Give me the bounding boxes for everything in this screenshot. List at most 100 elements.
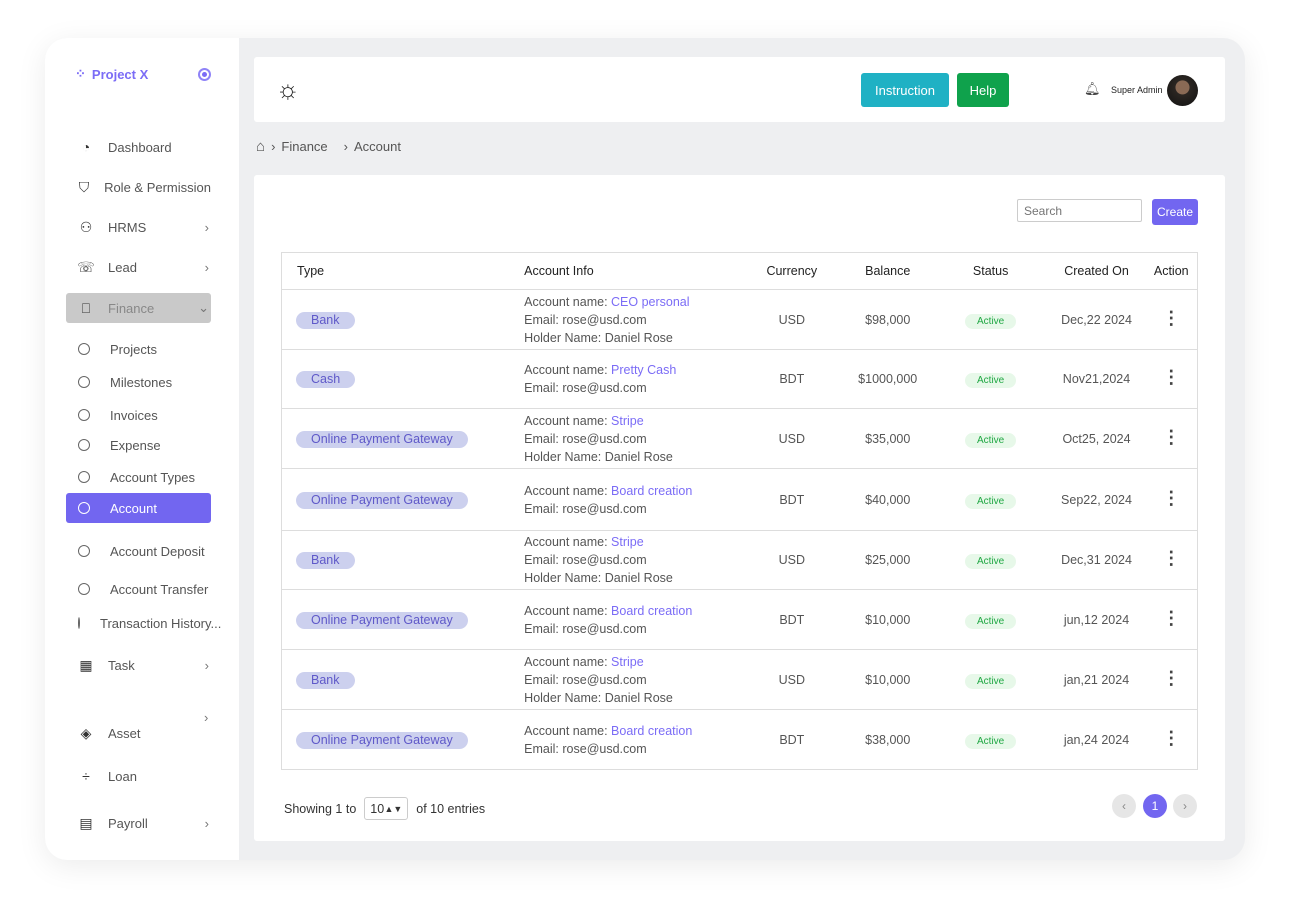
account-name-link[interactable]: Board creation (611, 484, 692, 498)
sidebar-item-role-permission[interactable]: ⛉ Role & Permission (66, 172, 211, 202)
holder-name: Daniel Rose (604, 690, 673, 705)
circle-icon (78, 502, 90, 514)
sidebar-item-account-transfer[interactable]: Account Transfer (66, 574, 211, 604)
label: Holder Name: (524, 690, 605, 705)
sidebar-item-transaction-history[interactable]: Transaction History... (66, 608, 221, 638)
label: Email: (524, 672, 563, 687)
shield-icon: ⛉ (78, 178, 90, 195)
create-button[interactable]: Create (1152, 199, 1198, 225)
table-row: Bank Account name: Stripe Email: rose@us… (281, 649, 1198, 710)
column-header: Balance (841, 252, 934, 290)
balance: $10,000 (841, 589, 934, 650)
status-badge: Active (965, 733, 1017, 749)
account-name-link[interactable]: Pretty Cash (611, 363, 676, 377)
page-1-button[interactable]: 1 (1143, 794, 1167, 818)
chevron-right-icon[interactable]: › (204, 710, 208, 725)
phone-icon: ☏ (77, 258, 95, 275)
instruction-button[interactable]: Instruction (861, 73, 949, 107)
sidebar-item-loan[interactable]: ÷ Loan (66, 761, 211, 791)
account-info: Account name: Pretty Cash Email: rose@us… (524, 349, 742, 409)
pagination-info: Showing 1 to 10 ▲▼ of 10 entries (284, 797, 485, 820)
sidebar-item-dashboard[interactable]: ◔ Dashboard (66, 132, 211, 162)
more-vertical-icon[interactable]: ⋮ (1162, 367, 1180, 387)
sidebar-item-account-types[interactable]: Account Types (66, 462, 211, 492)
email: rose@usd.com (562, 431, 647, 446)
prev-page-button[interactable]: ‹ (1112, 794, 1136, 818)
avatar[interactable] (1167, 75, 1198, 106)
circle-icon (78, 343, 90, 355)
sidebar-item-expense[interactable]: Expense (66, 430, 211, 460)
sidebar-item-milestones[interactable]: Milestones (66, 367, 211, 397)
account-name-link[interactable]: CEO personal (611, 295, 690, 309)
sidebar-item-label: Task (108, 657, 135, 673)
sidebar-item-asset[interactable]: ◈ Asset (66, 718, 211, 748)
search-input[interactable] (1017, 199, 1142, 222)
type-badge: Online Payment Gateway (296, 611, 468, 629)
logo[interactable]: ⁘ Project X (75, 66, 148, 82)
sidebar-item-account-deposit[interactable]: Account Deposit (66, 536, 211, 566)
balance: $1000,000 (841, 349, 934, 409)
label: Holder Name: (524, 571, 605, 585)
sidebar-item-invoices[interactable]: Invoices (66, 400, 211, 430)
breadcrumb-finance[interactable]: Finance (281, 139, 327, 154)
more-vertical-icon[interactable]: ⋮ (1162, 308, 1180, 328)
holder-name: Daniel Rose (604, 571, 673, 585)
sidebar-item-label: Finance (108, 300, 155, 316)
sidebar-item-label: Account Transfer (110, 581, 209, 597)
account-name-link[interactable]: Stripe (611, 414, 644, 428)
circle-icon (78, 471, 90, 483)
bell-icon[interactable]: 🔔︎ (1084, 81, 1101, 97)
account-info: Account name: Stripe Email: rose@usd.com… (524, 649, 742, 710)
per-page-select[interactable]: 10 ▲▼ (364, 797, 409, 820)
sidebar-item-label: Role & Permission (104, 179, 211, 195)
label: Account name: (524, 654, 612, 669)
created-on: Dec,31 2024 (1047, 530, 1146, 590)
type-badge: Bank (296, 552, 355, 569)
sidebar-item-task[interactable]: ▦ Task › (66, 650, 211, 680)
help-button[interactable]: Help (957, 73, 1009, 107)
label: Account name: (524, 413, 612, 428)
account-info: Account name: Board creation Email: rose… (524, 709, 742, 770)
next-page-button[interactable]: › (1173, 794, 1197, 818)
sidebar-item-account[interactable]: Account (66, 493, 211, 523)
table-row: Online Payment Gateway Account name: Boa… (281, 589, 1198, 650)
account-name-link[interactable]: Stripe (611, 535, 644, 549)
email: rose@usd.com (562, 553, 647, 567)
holder-name: Daniel Rose (604, 449, 673, 464)
theme-toggle-sun-icon[interactable]: ☼ (276, 76, 300, 102)
sidebar-item-projects[interactable]: Projects (66, 334, 211, 364)
currency: BDT (741, 709, 842, 770)
breadcrumb: ⌂ › Finance › Account (256, 138, 401, 155)
created-on: Sep22, 2024 (1047, 468, 1146, 531)
balance: $38,000 (841, 709, 934, 770)
sidebar-item-payroll[interactable]: ▤ Payroll › (66, 808, 211, 838)
email: rose@usd.com (562, 501, 647, 516)
label: Account name: (524, 535, 612, 549)
account-name-link[interactable]: Board creation (611, 604, 692, 618)
type-badge: Bank (296, 311, 355, 329)
sidebar-item-label: Expense (110, 437, 161, 453)
account-name-link[interactable]: Stripe (611, 655, 644, 669)
sidebar-item-lead[interactable]: ☏ Lead › (66, 252, 211, 282)
more-vertical-icon[interactable]: ⋮ (1162, 488, 1180, 508)
updown-icon: ▲▼ (384, 803, 403, 814)
more-vertical-icon[interactable]: ⋮ (1162, 608, 1180, 628)
more-vertical-icon[interactable]: ⋮ (1162, 427, 1180, 447)
sidebar-item-hrms[interactable]: ⚇ HRMS › (66, 212, 211, 242)
label: Holder Name: (524, 449, 605, 464)
sidebar-item-label: Loan (108, 768, 137, 784)
email: rose@usd.com (562, 672, 647, 687)
label: Email: (524, 381, 563, 395)
more-vertical-icon[interactable]: ⋮ (1162, 548, 1180, 568)
sidebar-item-finance[interactable]: ⎕ Finance ⌄ (66, 293, 211, 323)
sidebar-toggle-icon[interactable] (198, 68, 211, 81)
status-badge: Active (965, 613, 1017, 629)
sidebar: ⁘ Project X ◔ Dashboard ⛉ Role & Permission ⚇… (45, 38, 239, 860)
created-on: jan,24 2024 (1047, 709, 1146, 770)
more-vertical-icon[interactable]: ⋮ (1162, 728, 1180, 748)
type-badge: Bank (296, 671, 355, 689)
account-name-link[interactable]: Board creation (611, 724, 692, 738)
more-vertical-icon[interactable]: ⋮ (1162, 668, 1180, 688)
book-icon: ⎕ (81, 299, 91, 316)
home-icon[interactable]: ⌂ (256, 138, 265, 155)
